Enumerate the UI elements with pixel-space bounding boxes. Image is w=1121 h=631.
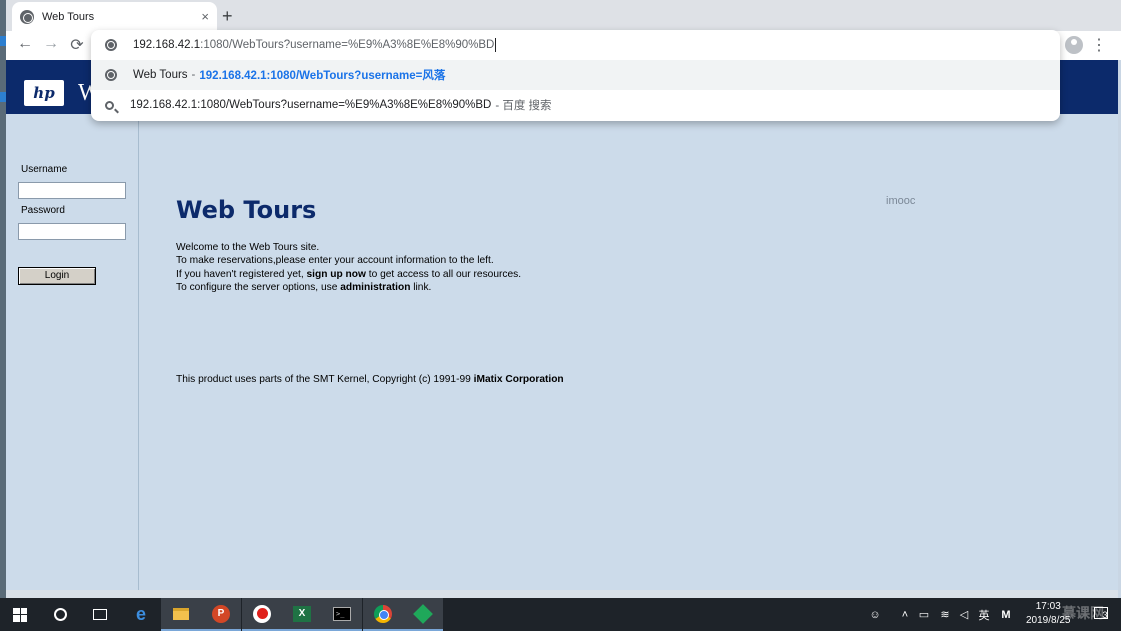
text-caret [495,38,497,52]
chrome-button[interactable] [363,598,403,631]
omnibox-dropdown: 192.168.42.1:1080/WebTours?username=%E9%… [91,30,1060,121]
administration-link[interactable]: administration [340,282,410,293]
explorer-button[interactable] [161,598,201,631]
hp-logo[interactable]: hp [24,80,64,106]
register-post: to get access to all our resources. [365,268,522,280]
welcome-line: Welcome to the Web Tours site. [176,242,320,253]
search-icon [105,100,114,110]
globe-icon [105,39,117,51]
status-bar [6,590,1118,598]
suggestion-history[interactable]: Web Tours - 192.168.42.1:1080/WebTours?u… [91,60,1060,90]
search-button[interactable] [40,598,80,631]
globe-icon [105,69,117,81]
edge-icon: e [135,604,146,624]
suggestion-search[interactable]: 192.168.42.1:1080/WebTours?username=%E9%… [91,90,1060,120]
password-input[interactable] [18,223,126,240]
tab-web-tours[interactable]: Web Tours × [12,2,217,31]
password-label: Password [21,205,65,216]
recorder-button[interactable] [242,598,282,631]
admin-line: To configure the server options, use adm… [176,281,521,294]
suggestion-separator: - [191,69,196,81]
suggestion-url: 192.168.42.1:1080/WebTours?username=风落 [199,70,446,82]
page-content: Username Password Login Web Tours imooc … [6,114,1118,590]
terminal-icon: >_ [333,606,351,621]
new-tab-button[interactable]: + [222,6,233,27]
register-line: If you haven't registered yet, sign up n… [176,268,521,281]
task-view-button[interactable] [80,598,120,631]
excel-icon: X [293,605,311,622]
video-watermark: 慕课网 [1062,605,1104,621]
hp-logo-text: hp [33,84,55,102]
welcome-text: Welcome to the Web Tours site. To make r… [176,241,521,294]
login-frame: Username Password Login [6,114,139,590]
address-input[interactable]: 192.168.42.1:1080/WebTours?username=%E9%… [91,30,1060,60]
suggestion-title: Web Tours [133,69,188,81]
app-icon [413,603,433,624]
address-host: 192.168.42.1 [133,39,201,51]
reload-button[interactable]: ⟳ [66,35,88,55]
tab-bar: Web Tours × + [6,0,1121,31]
excel-button[interactable]: X [282,598,322,631]
people-icon[interactable]: ☺ [866,598,884,631]
battery-icon[interactable]: ▭ [916,598,932,631]
cortana-icon [53,608,67,621]
volume-icon[interactable]: ◁ [956,598,972,631]
register-pre: If you haven't registered yet, [176,268,307,280]
taskbar: e P X >_ ☺ ˄ ▭ ≋ ◁ 英 M 17:03 2019/8/25 3 [0,598,1121,631]
search-engine-label: - 百度 搜索 [495,100,552,112]
edge-button[interactable]: e [121,598,161,631]
chevron-up-icon[interactable]: ˄ [898,598,912,631]
start-button[interactable] [0,598,40,631]
app-button[interactable] [403,598,443,631]
copyright-text: This product uses parts of the SMT Kerne… [176,374,564,385]
admin-pre: To configure the server options, use [176,281,341,293]
chrome-icon [374,604,392,623]
forward-button[interactable]: → [40,35,62,53]
menu-icon[interactable]: ⋮ [1091,35,1107,55]
page-title: Web Tours [176,196,317,224]
task-view-icon [93,609,107,620]
powerpoint-icon: P [212,604,230,623]
terminal-button[interactable]: >_ [322,598,362,631]
address-path: :1080/WebTours?username=%E9%A3%8E%E8%90%… [200,39,495,51]
powerpoint-button[interactable]: P [201,598,241,631]
copyright-pre: This product uses parts of the SMT Kerne… [176,374,474,385]
reservation-line: To make reservations,please enter your a… [176,255,494,267]
back-button[interactable]: ← [14,35,36,53]
login-button[interactable]: Login [18,267,96,285]
ime-mode-indicator[interactable]: M [998,598,1014,631]
tab-title: Web Tours [42,10,95,23]
search-query: 192.168.42.1:1080/WebTours?username=%E9%… [130,99,492,111]
username-input[interactable] [18,182,126,199]
imooc-watermark: imooc [886,195,916,207]
close-icon[interactable]: × [201,9,209,24]
ime-indicator[interactable]: 英 [976,598,992,631]
sign-up-link[interactable]: sign up now [307,269,366,280]
profile-avatar-icon[interactable] [1065,36,1083,54]
windows-icon [13,607,27,622]
username-label: Username [21,164,68,175]
globe-icon [20,9,34,24]
wifi-icon[interactable]: ≋ [937,598,953,631]
admin-post: link. [410,281,432,293]
record-icon [253,604,271,623]
imatix-link[interactable]: iMatix Corporation [474,374,564,385]
folder-icon [173,607,189,620]
